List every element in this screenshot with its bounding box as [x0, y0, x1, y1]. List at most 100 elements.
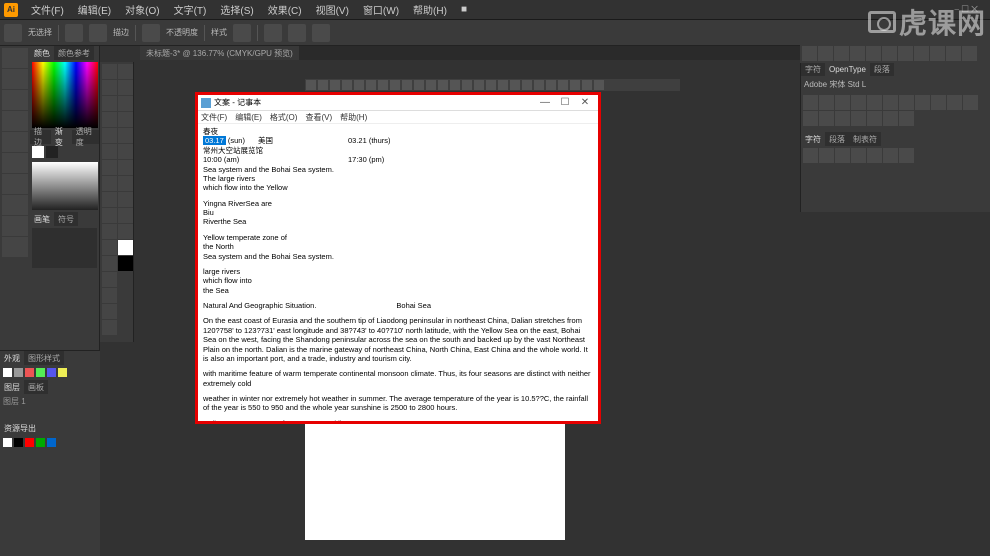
notepad-titlebar[interactable]: 文案 - 记事本 — ☐ ✕ [198, 95, 598, 111]
graphic-swatch[interactable] [47, 368, 56, 377]
tool-mesh-icon[interactable] [118, 80, 133, 95]
tool-zoom-icon[interactable] [118, 224, 133, 239]
ctrl-icon[interactable] [498, 80, 508, 90]
ctrl-icon[interactable] [450, 80, 460, 90]
panel-icon[interactable] [946, 46, 961, 61]
tool-icon[interactable] [2, 174, 28, 194]
panel-tab-tabs[interactable]: 制表符 [849, 132, 881, 146]
tool-icon[interactable] [2, 69, 28, 89]
np-menu-file[interactable]: 文件(F) [201, 112, 227, 123]
ctrl-icon[interactable] [366, 80, 376, 90]
menu-object[interactable]: 对象(O) [118, 2, 166, 17]
panel-tab-color[interactable]: 颜色 [30, 46, 54, 60]
align-icon[interactable] [867, 148, 882, 163]
panel-tab-brush[interactable]: 画笔 [30, 212, 54, 226]
font-name[interactable]: Adobe 宋体 Std L [801, 76, 990, 93]
ctrl-icon[interactable] [354, 80, 364, 90]
minimize-button[interactable]: — [535, 96, 555, 110]
graphic-swatch[interactable] [36, 368, 45, 377]
ctrl-icon[interactable] [546, 80, 556, 90]
tool-icon[interactable] [2, 216, 28, 236]
type-option-icon[interactable] [867, 95, 882, 110]
panel-icon[interactable] [914, 46, 929, 61]
opt-stroke-icon[interactable] [89, 24, 107, 42]
ctrl-icon[interactable] [330, 80, 340, 90]
menu-help[interactable]: 帮助(H) [406, 2, 454, 17]
type-option-icon[interactable] [803, 111, 818, 126]
type-option-icon[interactable] [883, 95, 898, 110]
align-icon[interactable] [851, 148, 866, 163]
tool-selection-icon[interactable] [102, 64, 117, 79]
type-option-icon[interactable] [899, 111, 914, 126]
opt-icon[interactable] [4, 24, 22, 42]
np-menu-format[interactable]: 格式(O) [270, 112, 298, 123]
tool-wand-icon[interactable] [102, 96, 117, 111]
tool-width-icon[interactable] [102, 288, 117, 303]
tool-lasso-icon[interactable] [102, 112, 117, 127]
graphic-swatch[interactable] [58, 368, 67, 377]
color-swatch[interactable] [3, 438, 12, 447]
close-button[interactable]: ✕ [575, 96, 595, 110]
menu-select[interactable]: 选择(S) [213, 2, 260, 17]
swatch[interactable] [46, 146, 58, 158]
panel-icon[interactable] [882, 46, 897, 61]
menu-effect[interactable]: 效果(C) [261, 2, 309, 17]
type-option-icon[interactable] [835, 95, 850, 110]
tool-line-icon[interactable] [102, 176, 117, 191]
tool-gradient-icon[interactable] [118, 96, 133, 111]
ctrl-icon[interactable] [594, 80, 604, 90]
tool-artboard-icon[interactable] [118, 176, 133, 191]
menu-edit[interactable]: 编辑(E) [71, 2, 118, 17]
tool-fill-icon[interactable] [118, 240, 133, 255]
ctrl-icon[interactable] [426, 80, 436, 90]
color-swatch[interactable] [14, 438, 23, 447]
type-option-icon[interactable] [851, 111, 866, 126]
opt-generic-icon[interactable] [233, 24, 251, 42]
tool-icon[interactable] [2, 90, 28, 110]
menu-type[interactable]: 文字(T) [167, 2, 214, 17]
tool-scale-icon[interactable] [102, 272, 117, 287]
menu-extra-icon[interactable]: ■ [454, 4, 474, 15]
type-option-icon[interactable] [851, 95, 866, 110]
type-option-icon[interactable] [915, 95, 930, 110]
panel-icon[interactable] [802, 46, 817, 61]
panel-tab-symbol[interactable]: 符号 [54, 212, 78, 226]
type-option-icon[interactable] [819, 95, 834, 110]
tool-pen-icon[interactable] [102, 128, 117, 143]
ctrl-icon[interactable] [462, 80, 472, 90]
ctrl-icon[interactable] [390, 80, 400, 90]
tool-slice-icon[interactable] [118, 192, 133, 207]
type-option-icon[interactable] [931, 95, 946, 110]
ctrl-icon[interactable] [510, 80, 520, 90]
maximize-button[interactable]: ☐ [555, 96, 575, 110]
tool-shaper-icon[interactable] [102, 224, 117, 239]
panel-tab-layers[interactable]: 图层 [0, 380, 24, 394]
graphic-swatch[interactable] [3, 368, 12, 377]
ctrl-icon[interactable] [558, 80, 568, 90]
panel-icon[interactable] [866, 46, 881, 61]
tool-blend-icon[interactable] [118, 128, 133, 143]
ctrl-icon[interactable] [522, 80, 532, 90]
type-option-icon[interactable] [883, 111, 898, 126]
opt-generic-icon[interactable] [264, 24, 282, 42]
tool-icon[interactable] [2, 237, 28, 257]
ctrl-icon[interactable] [474, 80, 484, 90]
notepad-text-area[interactable]: 春夜 03.17 (sun) 美国 03.21 (thurs) 常州大空站展览馆… [198, 124, 598, 421]
ctrl-icon[interactable] [414, 80, 424, 90]
type-option-icon[interactable] [947, 95, 962, 110]
layer-entry[interactable]: 图层 1 [0, 394, 100, 409]
color-swatch[interactable] [25, 438, 34, 447]
tool-shape-icon[interactable] [102, 320, 117, 335]
panel-tab-stroke[interactable]: 描边 [30, 130, 51, 144]
ctrl-icon[interactable] [378, 80, 388, 90]
menu-file[interactable]: 文件(F) [24, 2, 71, 17]
panel-icon[interactable] [834, 46, 849, 61]
type-option-icon[interactable] [899, 95, 914, 110]
tool-perspective-icon[interactable] [118, 64, 133, 79]
panel-tab-opentype[interactable]: OpenType [825, 62, 870, 76]
ctrl-icon[interactable] [486, 80, 496, 90]
menu-window[interactable]: 窗口(W) [356, 2, 406, 17]
panel-tab-assetexport[interactable]: 资源导出 [0, 421, 40, 435]
panel-tab-char2[interactable]: 字符 [801, 132, 825, 146]
align-icon[interactable] [803, 148, 818, 163]
